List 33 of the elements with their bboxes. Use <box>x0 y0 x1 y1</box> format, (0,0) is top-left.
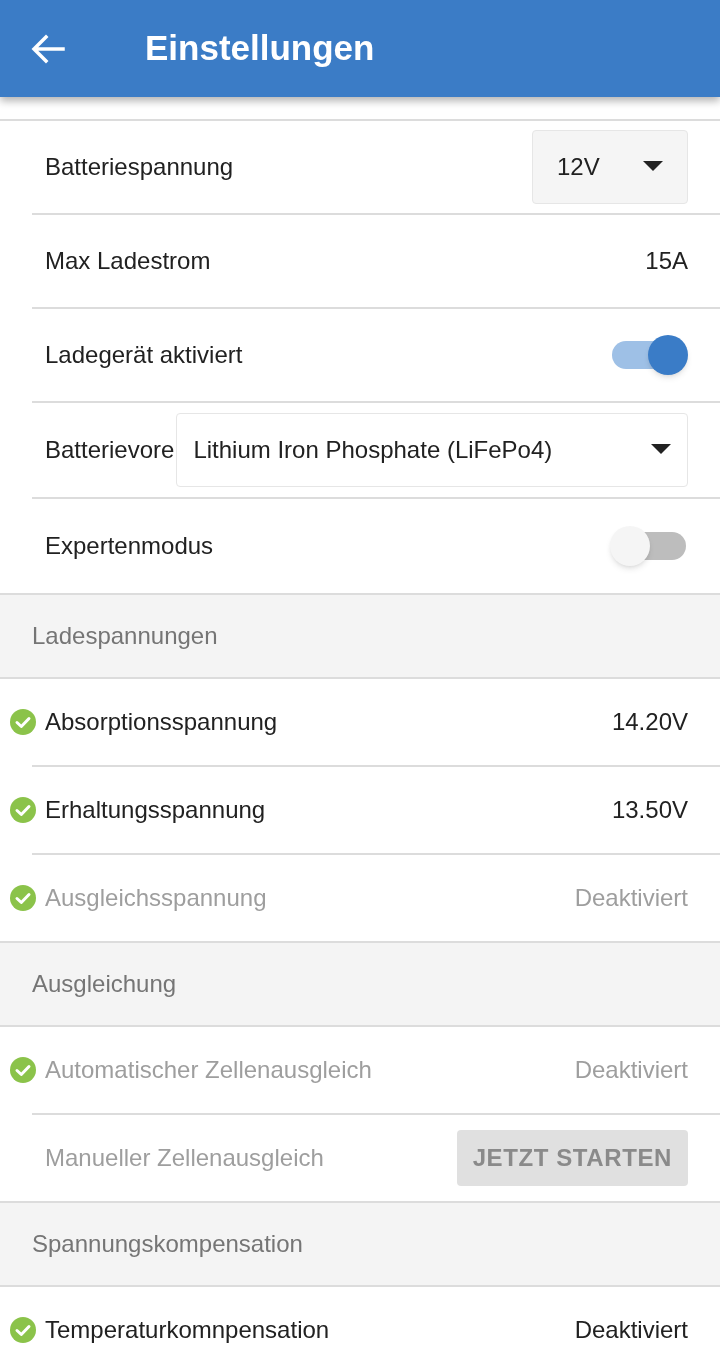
setting-label: Temperaturkomnpensation <box>45 1315 330 1345</box>
setting-value: Deaktiviert <box>574 1315 688 1345</box>
setting-value: Deaktiviert <box>574 883 688 913</box>
toggle-switch[interactable] <box>610 334 688 376</box>
check-circle-icon <box>10 1057 36 1083</box>
setting-label: Batteriespannung <box>45 152 234 182</box>
caret-icon <box>651 444 671 456</box>
setting-label: Manueller Zellenausgleich <box>45 1143 324 1173</box>
toggle-switch[interactable] <box>610 525 688 567</box>
setting-label: Expertenmodus <box>45 531 214 561</box>
section-header: Ladespannungen <box>0 595 720 679</box>
setting-label: Ausgleichsspannung <box>45 883 267 913</box>
dropdown[interactable]: 12V <box>532 130 688 204</box>
setting-value: 14.20V <box>611 707 688 737</box>
dropdown[interactable]: Lithium Iron Phosphate (LiFePo4) <box>176 413 688 487</box>
window-title: Einstellungen <box>145 27 375 70</box>
caret-icon <box>643 161 663 173</box>
setting-label: Ladegerät aktiviert <box>45 340 243 370</box>
check-circle-icon <box>10 885 36 911</box>
setting-label: Erhaltungsspannung <box>45 795 266 825</box>
setting-value: 15A <box>645 246 688 276</box>
setting-value: 13.50V <box>611 795 688 825</box>
check-circle-icon <box>10 709 36 735</box>
check-circle-icon <box>10 1317 36 1343</box>
section-header: Spannungskompensation <box>0 1203 720 1287</box>
section-header: Ausgleichung <box>0 943 720 1027</box>
check-circle-icon <box>10 797 36 823</box>
setting-label: Automatischer Zellenausgleich <box>45 1055 372 1085</box>
setting-label: Absorptionsspannung <box>45 707 278 737</box>
setting-label: Max Ladestrom <box>45 246 211 276</box>
setting-label: Batterievore <box>45 435 175 465</box>
setting-value: Deaktiviert <box>574 1055 688 1085</box>
back-arrow-icon[interactable] <box>31 33 65 64</box>
